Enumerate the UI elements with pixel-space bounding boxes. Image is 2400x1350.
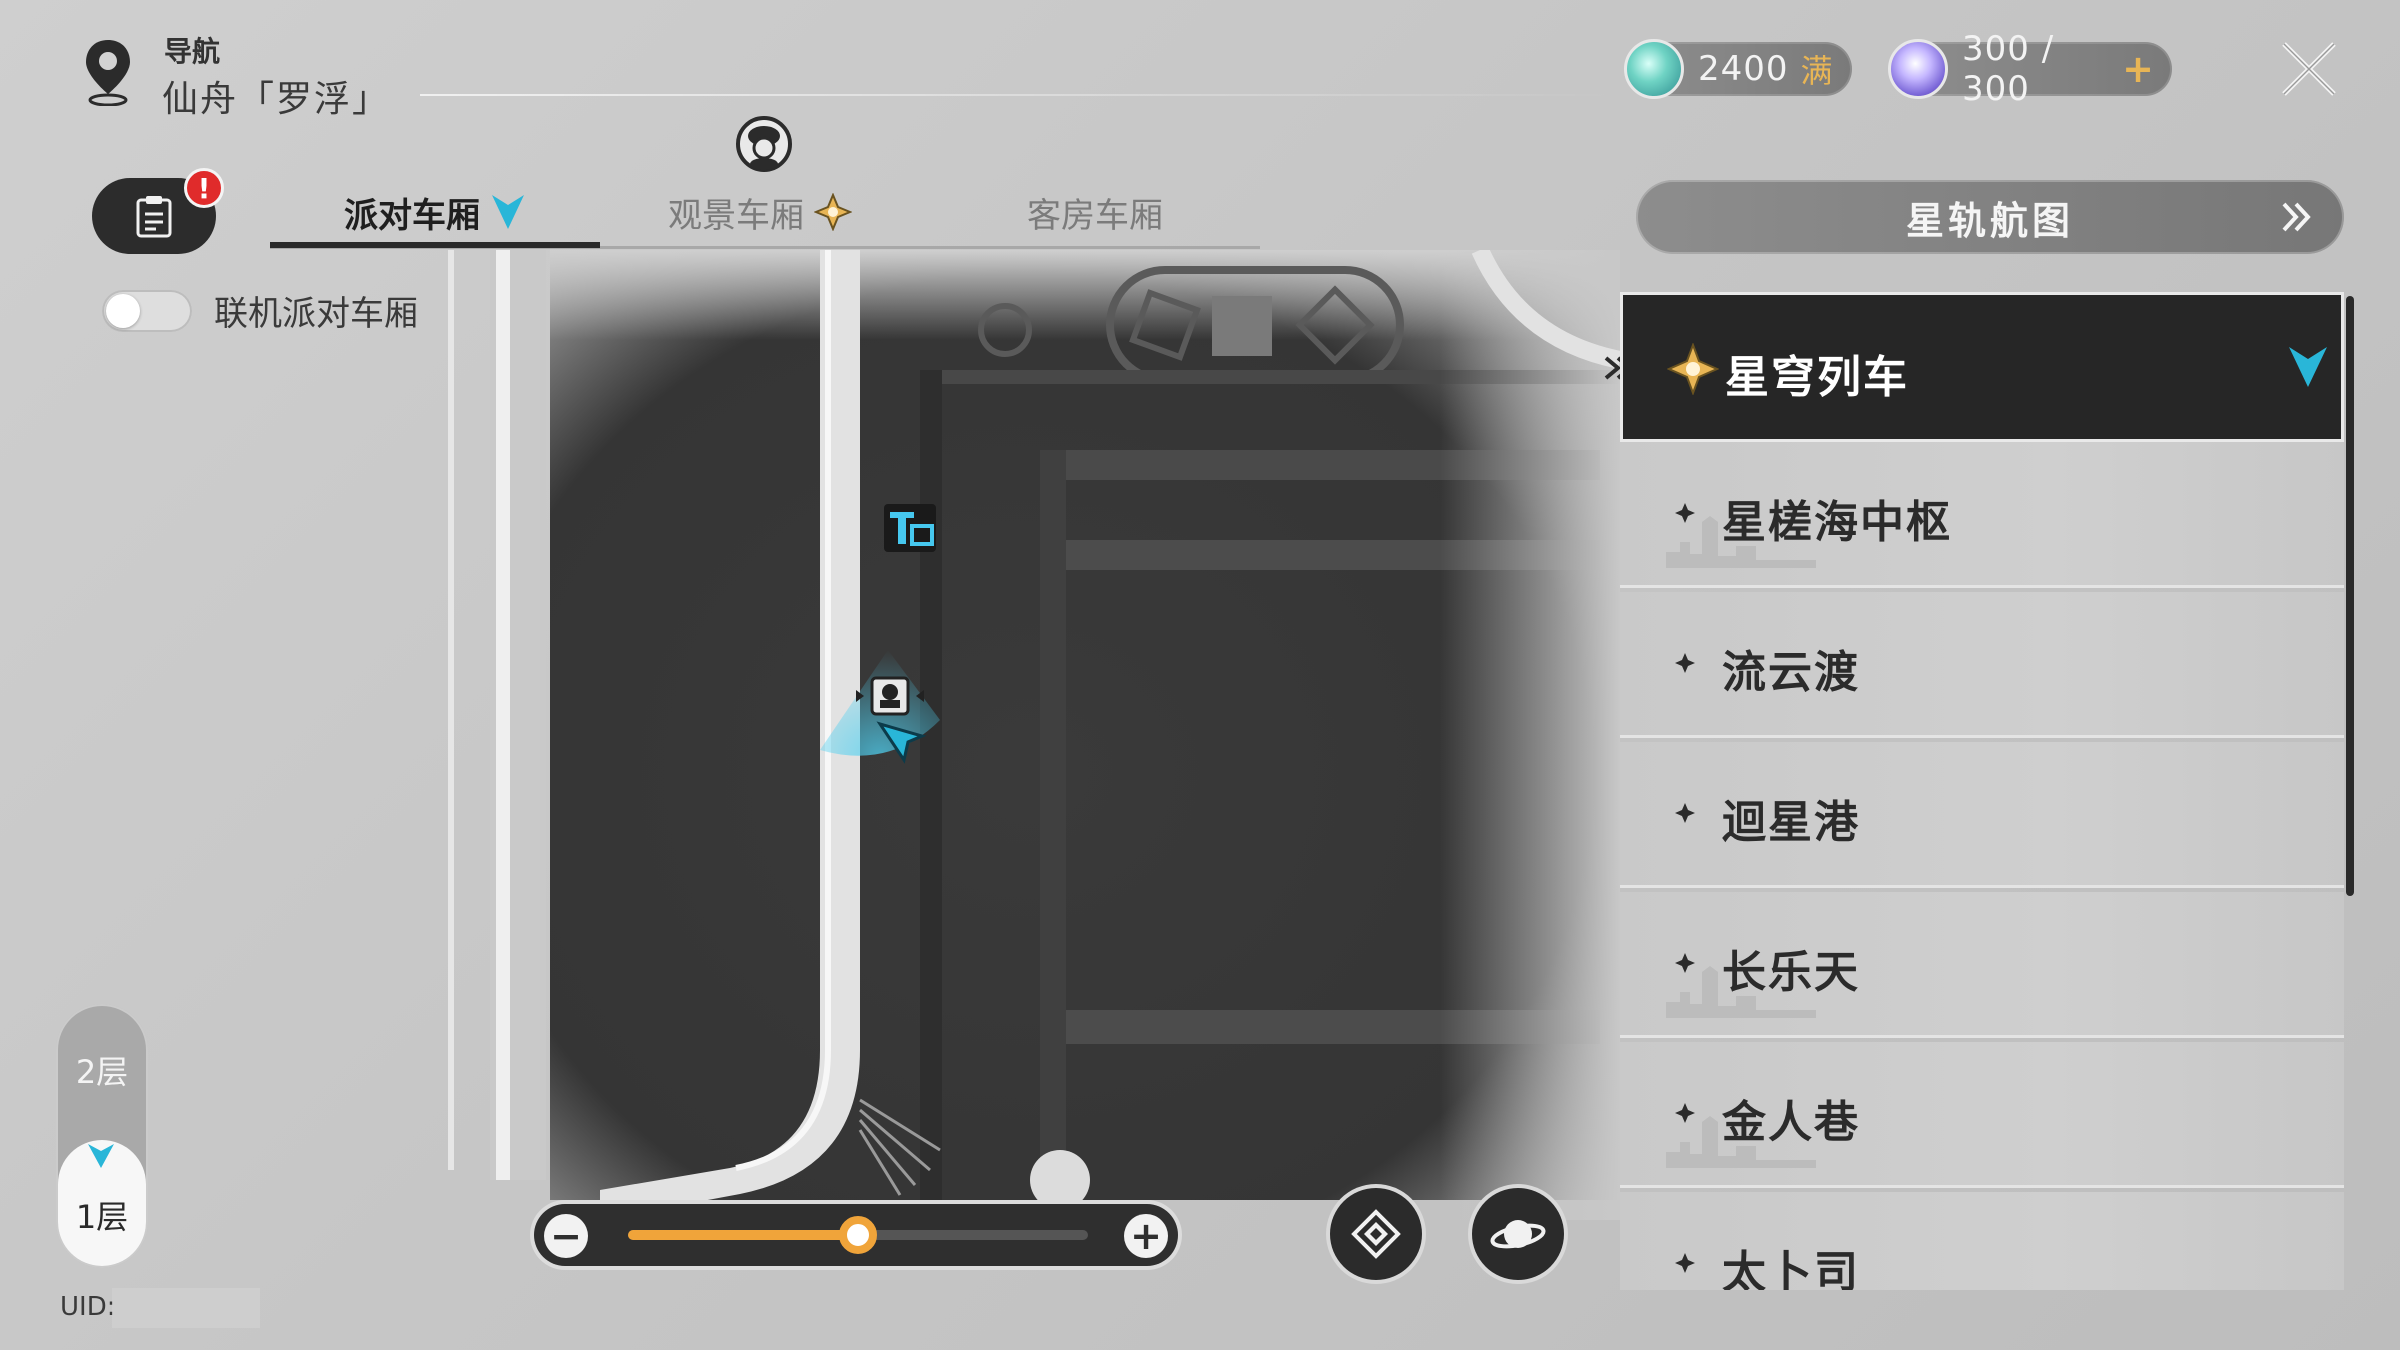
diamond-bullet-icon [1675, 953, 1695, 973]
zoom-slider-fill [628, 1230, 858, 1240]
location-item-starskiff-haven[interactable]: 迴星港 [1620, 742, 2344, 888]
stellar-jade-icon [1624, 39, 1684, 99]
mission-star-icon [1667, 343, 1719, 395]
current-floor-marker-icon [88, 1144, 114, 1168]
tab-guest-car[interactable]: 客房车厢 [940, 178, 1250, 246]
add-power-button[interactable]: + [2122, 47, 2154, 91]
zoom-in-button[interactable]: + [1124, 1214, 1168, 1258]
location-item-exalting-sanctum[interactable]: 长乐天 [1620, 892, 2344, 1038]
current-location-marker-icon [2289, 347, 2327, 387]
zoom-slider-handle[interactable] [839, 1216, 877, 1254]
floor-2-button[interactable]: 2层 [56, 1030, 148, 1110]
active-tab-indicator [270, 242, 600, 248]
location-list: 星穹列车 星槎海中枢 流云渡 迴星港 长乐天 金人巷 太卜司 [1620, 292, 2350, 1290]
trailblaze-power-icon [1888, 39, 1948, 99]
tab-party-car-label: 派对车厢 [344, 195, 480, 236]
location-name: 流云渡 [1722, 647, 1860, 698]
toggle-knob [106, 294, 140, 328]
tab-guest-car-label: 客房车厢 [1027, 195, 1163, 236]
uid-value-redacted [112, 1288, 260, 1328]
location-item-astral-express[interactable]: 星穹列车 [1620, 292, 2344, 442]
diamond-bullet-icon [1675, 803, 1695, 823]
map-canvas[interactable] [300, 250, 1620, 1220]
notification-badge: ! [184, 168, 224, 208]
clipboard-icon [136, 196, 172, 238]
double-chevron-right-icon [2282, 202, 2311, 232]
star-rail-map-button[interactable]: 星轨航图 [1636, 180, 2344, 254]
stellar-jade-full-tag: 满 [1800, 52, 1833, 90]
list-scrollbar[interactable] [2346, 296, 2354, 896]
tab-viewing-car[interactable]: 观景车厢 [620, 178, 900, 246]
header-divider [420, 94, 1620, 96]
teleport-anchor-button[interactable] [1330, 1188, 1422, 1280]
location-name: 太卜司 [1722, 1247, 1860, 1290]
location-name: 星穹列车 [1725, 352, 1909, 403]
location-name: 星槎海中枢 [1722, 497, 1952, 548]
diamond-bullet-icon [1675, 1253, 1695, 1273]
location-item-aurum-alley[interactable]: 金人巷 [1620, 1042, 2344, 1188]
uid-label: UID: [60, 1292, 116, 1322]
location-name: 金人巷 [1722, 1097, 1860, 1148]
planet-switch-button[interactable] [1472, 1188, 1564, 1280]
zoom-out-button[interactable]: − [544, 1214, 588, 1258]
planet-icon [1490, 1220, 1546, 1249]
current-location-marker-icon [492, 195, 524, 229]
tab-viewing-car-label: 观景车厢 [668, 195, 804, 236]
npc-conductor-icon [736, 116, 792, 172]
shop-map-icon [884, 504, 936, 552]
location-name: 迴星港 [1722, 797, 1860, 848]
mission-star-icon [814, 193, 852, 231]
tab-party-car[interactable]: 派对车厢 [270, 178, 600, 246]
location-name: 长乐天 [1722, 947, 1860, 998]
location-item-cloudford[interactable]: 流云渡 [1620, 592, 2344, 738]
location-item-central-starskiff-haven[interactable]: 星槎海中枢 [1620, 442, 2344, 588]
trailblaze-power-value: 300 / 300 [1962, 29, 2055, 109]
location-item-divination-commission[interactable]: 太卜司 [1620, 1192, 2344, 1290]
current-region-title: 仙舟「罗浮」 [162, 79, 391, 120]
diamond-bullet-icon [1675, 503, 1695, 523]
diamond-bullet-icon [1675, 1103, 1695, 1123]
location-pin-icon [86, 40, 130, 106]
trailblaze-power-counter[interactable]: 300 / 300 + [1888, 29, 2172, 109]
stellar-jade-counter[interactable]: 2400 满 [1624, 39, 1852, 99]
diamond-bullet-icon [1675, 653, 1695, 673]
space-anchor-icon [1351, 1209, 1401, 1259]
navigation-label: 导航 [164, 35, 221, 68]
stellar-jade-value: 2400 [1698, 49, 1789, 89]
close-icon[interactable] [2276, 36, 2342, 102]
